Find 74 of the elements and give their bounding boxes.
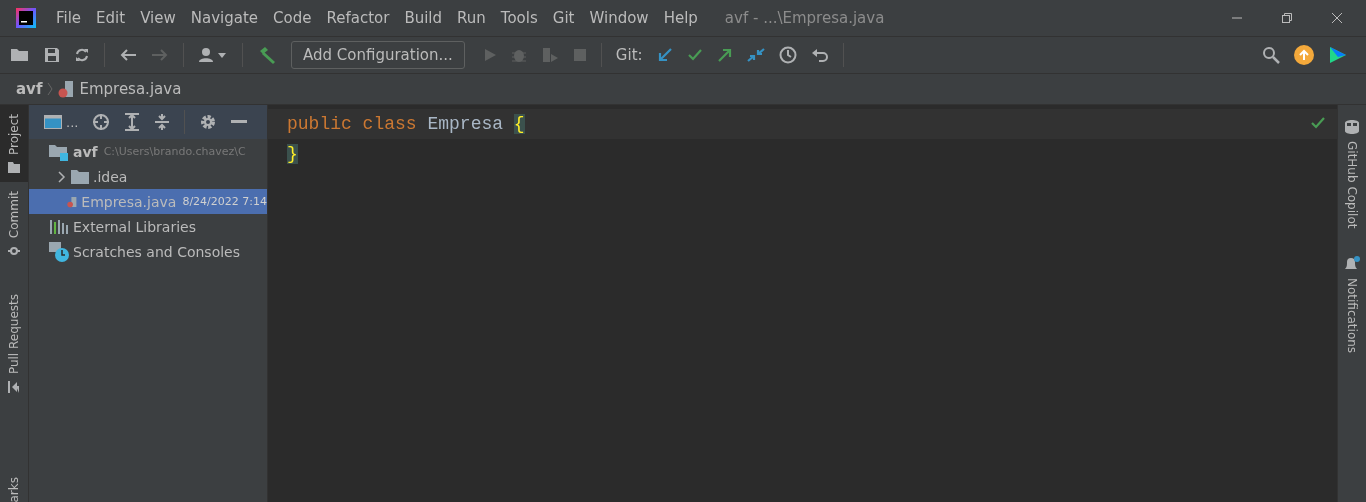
tree-row[interactable]: Scratches and Consoles bbox=[29, 239, 267, 264]
update-icon[interactable] bbox=[1294, 45, 1314, 65]
module-folder-icon bbox=[49, 142, 69, 161]
libraries-icon bbox=[49, 218, 69, 235]
menu-item[interactable]: Code bbox=[273, 9, 312, 27]
code-token: { bbox=[513, 114, 525, 134]
tree-item-label: Scratches and Consoles bbox=[73, 243, 240, 260]
back-arrow-icon[interactable] bbox=[119, 47, 137, 63]
folder-icon bbox=[71, 168, 89, 185]
menu-item[interactable]: Run bbox=[457, 9, 486, 27]
tool-window-tab[interactable]: arks bbox=[0, 467, 28, 502]
window-title: avf - ...\Empresa.java bbox=[724, 9, 885, 27]
menu-item[interactable]: Navigate bbox=[190, 9, 259, 27]
app-logo-icon bbox=[16, 8, 36, 28]
folder-icon bbox=[8, 161, 20, 174]
menu-item[interactable]: Refactor bbox=[326, 9, 390, 27]
tree-item-label: avf bbox=[73, 143, 98, 160]
add-configuration-button[interactable]: Add Configuration... bbox=[291, 41, 465, 69]
close-icon[interactable] bbox=[1331, 12, 1343, 24]
tree-row[interactable]: avf C:\Users\brando.chavez\C bbox=[29, 139, 267, 164]
tool-window-tab[interactable]: GitHub Copilot bbox=[1343, 119, 1361, 229]
merge-arrows-icon[interactable] bbox=[746, 47, 765, 63]
push-arrow-icon[interactable] bbox=[716, 47, 733, 63]
user-dropdown-icon[interactable] bbox=[198, 47, 228, 63]
tool-window-tab[interactable]: Notifications bbox=[1343, 256, 1361, 354]
clock-icon[interactable] bbox=[778, 46, 797, 64]
tree-row[interactable]: External Libraries bbox=[29, 214, 267, 239]
panel-icon bbox=[44, 115, 62, 129]
tree-item-detail: 8/24/2022 7:14 bbox=[182, 195, 267, 208]
expand-all-icon[interactable] bbox=[124, 113, 141, 131]
update-arrow-icon[interactable] bbox=[656, 47, 673, 63]
menu-item[interactable]: Window bbox=[589, 9, 649, 27]
code-token: } bbox=[287, 144, 298, 164]
chevron-icon bbox=[47, 82, 54, 96]
sync-icon[interactable] bbox=[74, 47, 90, 63]
tree-row[interactable]: Empresa.java 8/24/2022 7:14 bbox=[29, 189, 267, 214]
menu-item[interactable]: Tools bbox=[500, 9, 538, 27]
tool-window-tab[interactable]: Project bbox=[0, 105, 28, 183]
checkmark-icon bbox=[1311, 117, 1325, 129]
menu-item[interactable]: Edit bbox=[96, 9, 126, 27]
git-label: Git: bbox=[615, 46, 643, 64]
collapse-all-icon[interactable] bbox=[154, 113, 171, 131]
menu-item[interactable]: File bbox=[56, 9, 82, 27]
tool-window-tab[interactable]: Commit bbox=[0, 182, 28, 268]
panel-title[interactable]: ... bbox=[66, 114, 79, 130]
menu-item[interactable]: View bbox=[140, 9, 176, 27]
breadcrumb-item[interactable]: Empresa.java bbox=[79, 80, 182, 98]
locate-icon[interactable] bbox=[92, 113, 111, 131]
tool-window-tab[interactable]: Pull Requests bbox=[0, 285, 28, 404]
tree-item-detail: C:\Users\brando.chavez\C bbox=[103, 145, 246, 158]
menu-item[interactable]: Git bbox=[552, 9, 575, 27]
tree-item-label: .idea bbox=[93, 168, 128, 185]
save-icon[interactable] bbox=[44, 47, 60, 63]
search-icon[interactable] bbox=[1262, 46, 1280, 64]
undo-icon[interactable] bbox=[810, 47, 829, 63]
settings-icon[interactable] bbox=[199, 113, 218, 131]
menu-item[interactable]: Help bbox=[663, 9, 698, 27]
code-token: public bbox=[287, 114, 352, 134]
java-file-icon bbox=[58, 80, 75, 98]
tree-item-label: Empresa.java bbox=[81, 193, 177, 210]
folder-icon[interactable] bbox=[10, 47, 30, 63]
breadcrumb-item[interactable]: avf bbox=[16, 80, 43, 98]
restore-icon[interactable] bbox=[1281, 12, 1293, 24]
scratches-icon bbox=[49, 241, 69, 262]
code-token: Empresa bbox=[427, 114, 504, 134]
checkmark-icon[interactable] bbox=[686, 47, 703, 63]
tree-row[interactable]: .idea bbox=[29, 164, 267, 189]
code-token: class bbox=[362, 114, 417, 134]
plugin-logo-icon[interactable] bbox=[1328, 45, 1348, 65]
hide-icon[interactable] bbox=[231, 120, 248, 124]
pull-request-icon bbox=[8, 380, 20, 395]
copilot-icon bbox=[1343, 119, 1361, 135]
tree-item-label: External Libraries bbox=[73, 218, 196, 235]
menu-item[interactable]: Build bbox=[404, 9, 443, 27]
